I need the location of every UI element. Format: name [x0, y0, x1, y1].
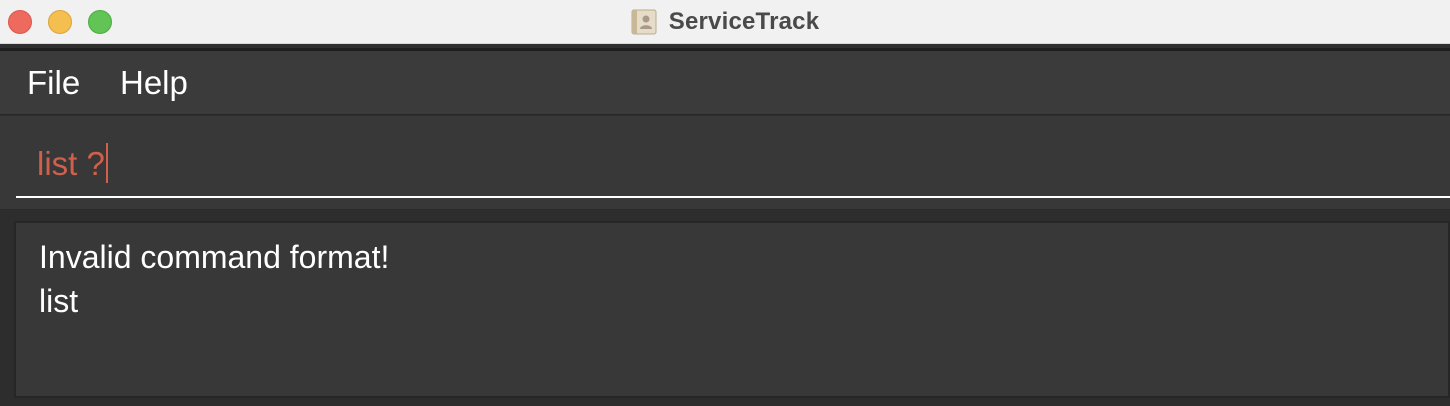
menu-help[interactable]: Help [120, 63, 188, 103]
result-display[interactable]: Invalid command format! list [14, 221, 1450, 398]
minimize-window-button[interactable] [48, 10, 72, 34]
menu-file[interactable]: File [27, 63, 80, 103]
close-window-button[interactable] [8, 10, 32, 34]
window-title: ServiceTrack [668, 8, 820, 35]
result-line: list [39, 283, 79, 319]
result-panel: Invalid command format! list [0, 211, 1450, 406]
app-window: ServiceTrack File Help list ? Invalid co… [0, 0, 1450, 406]
menu-bar: File Help [0, 51, 1450, 115]
title-bar[interactable]: ServiceTrack [0, 0, 1450, 44]
command-value: list ? [37, 145, 105, 182]
zoom-window-button[interactable] [88, 10, 112, 34]
text-caret [105, 143, 108, 183]
command-input-text[interactable]: list ? [37, 142, 108, 186]
result-line: Invalid command format! [39, 239, 390, 275]
command-box: list ? [0, 116, 1450, 210]
address-book-icon [631, 9, 657, 35]
window-title-group: ServiceTrack [0, 0, 1450, 44]
command-input[interactable]: list ? [16, 138, 1450, 198]
